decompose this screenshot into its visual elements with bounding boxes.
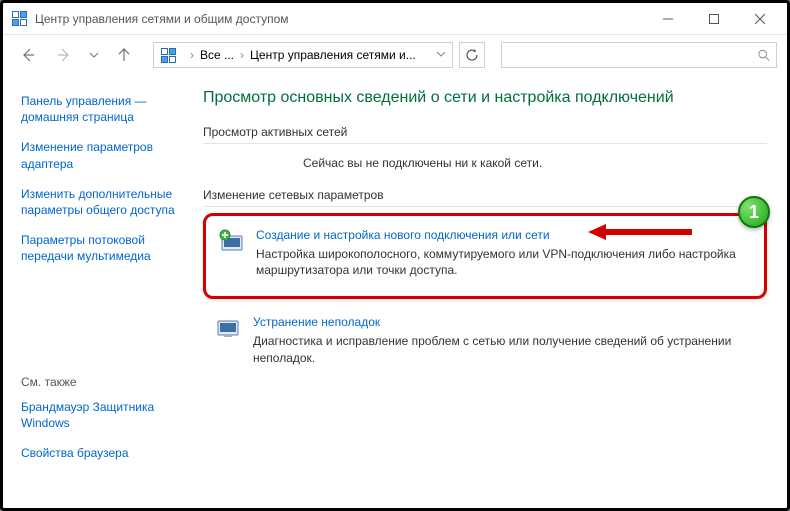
window-title: Центр управления сетями и общим доступом: [35, 12, 645, 26]
sidebar-link-media[interactable]: Параметры потоковой передачи мультимедиа: [21, 232, 193, 264]
toolbar: › Все ... › Центр управления сетями и...: [3, 35, 787, 75]
title-bar: Центр управления сетями и общим доступом: [3, 3, 787, 35]
address-bar[interactable]: › Все ... › Центр управления сетями и...: [153, 42, 453, 68]
search-input[interactable]: [508, 48, 757, 62]
breadcrumb-root[interactable]: Все ...: [200, 48, 234, 62]
new-connection-icon: [218, 228, 246, 278]
change-params-label: Изменение сетевых параметров: [203, 188, 767, 207]
sidebar: Панель управления — домашняя страница Из…: [3, 75, 203, 508]
troubleshoot-icon: [215, 315, 243, 365]
chevron-right-icon: ›: [240, 48, 244, 62]
breadcrumb-current[interactable]: Центр управления сетями и...: [250, 48, 416, 62]
minimize-button[interactable]: [645, 4, 691, 34]
back-button[interactable]: [13, 40, 43, 70]
see-also-label: См. также: [21, 375, 193, 389]
annotation-badge: 1: [738, 196, 770, 228]
sidebar-link-adapter[interactable]: Изменение параметров адаптера: [21, 139, 193, 171]
forward-button[interactable]: [49, 40, 79, 70]
chevron-right-icon: ›: [190, 48, 194, 62]
sidebar-link-browser[interactable]: Свойства браузера: [21, 445, 193, 461]
new-connection-desc: Настройка широкополосного, коммутируемог…: [256, 246, 752, 278]
sidebar-link-sharing[interactable]: Изменить дополнительные параметры общего…: [21, 186, 193, 218]
search-box[interactable]: [501, 42, 777, 68]
new-connection-link[interactable]: Создание и настройка нового подключения …: [256, 228, 752, 242]
maximize-button[interactable]: [691, 4, 737, 34]
no-network-text: Сейчас вы не подключены ни к какой сети.: [203, 150, 767, 188]
page-heading: Просмотр основных сведений о сети и наст…: [203, 89, 767, 107]
window-frame: Центр управления сетями и общим доступом…: [0, 0, 790, 511]
recent-dropdown[interactable]: [85, 40, 103, 70]
close-button[interactable]: [737, 4, 783, 34]
sidebar-link-firewall[interactable]: Брандмауэр Защитника Windows: [21, 399, 193, 431]
annotation-highlight: 1 Соз: [203, 213, 767, 299]
chevron-down-icon[interactable]: [436, 48, 446, 62]
address-icon: [160, 47, 176, 63]
sidebar-link-home[interactable]: Панель управления — домашняя страница: [21, 93, 193, 125]
troubleshoot-desc: Диагностика и исправление проблем с сеть…: [253, 333, 763, 365]
up-button[interactable]: [109, 40, 139, 70]
app-icon: [11, 11, 27, 27]
main-panel: Просмотр основных сведений о сети и наст…: [203, 75, 787, 508]
refresh-button[interactable]: [459, 42, 485, 68]
troubleshoot-link[interactable]: Устранение неполадок: [253, 315, 763, 329]
search-icon: [757, 48, 770, 62]
active-networks-label: Просмотр активных сетей: [203, 125, 767, 144]
